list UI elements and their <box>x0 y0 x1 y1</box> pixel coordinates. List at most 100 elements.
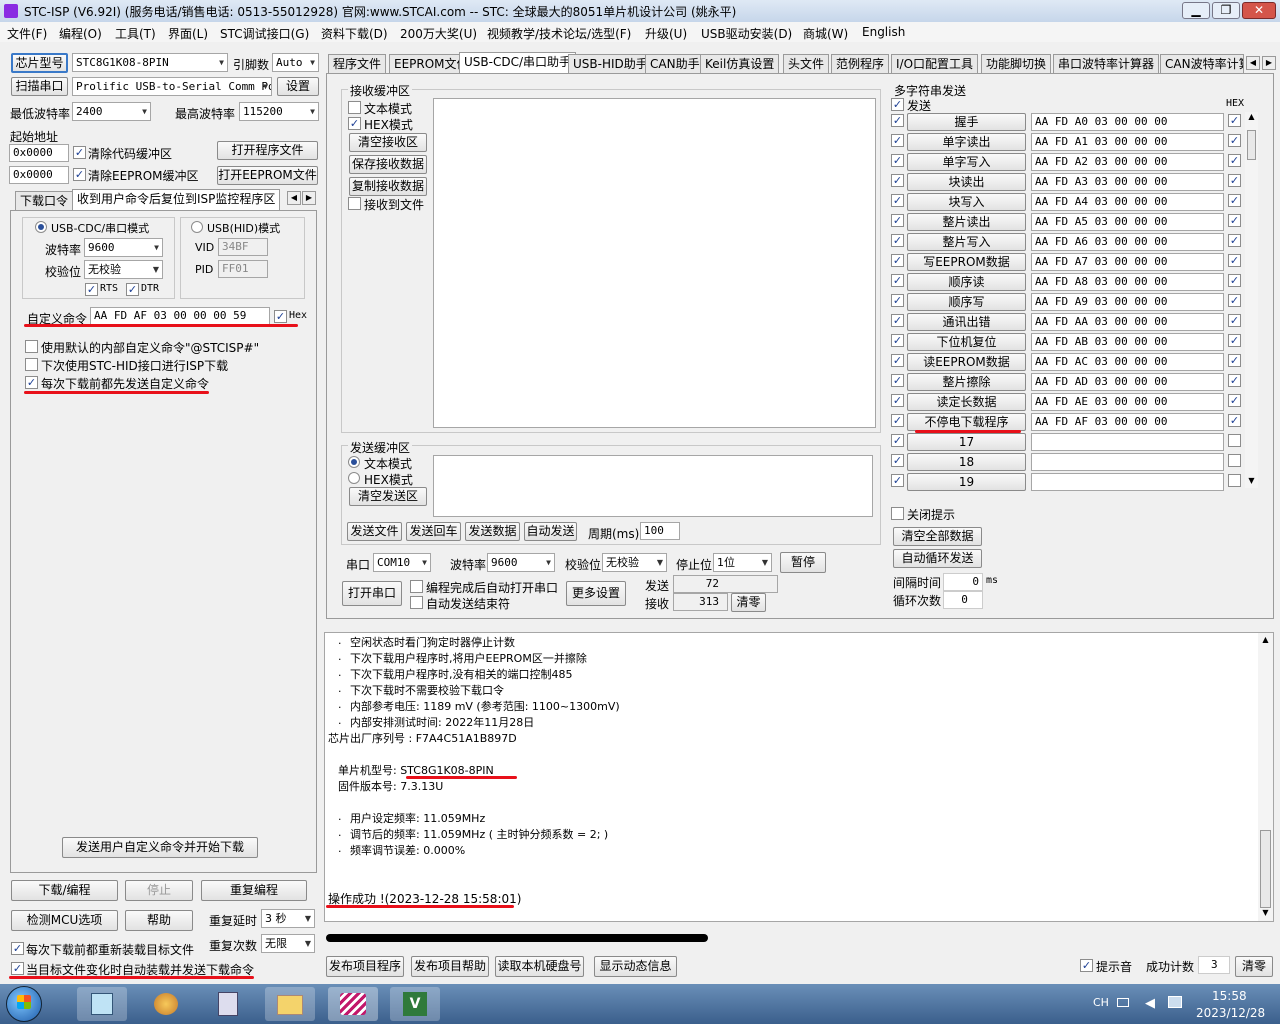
multi-row-send-checkbox[interactable]: ✓ <box>891 194 904 207</box>
open-eeprom-button[interactable]: 打开EEPROM文件 <box>217 166 318 185</box>
dtr-checkbox[interactable]: ✓ <box>126 283 139 296</box>
multi-row-hex-checkbox[interactable]: ✓ <box>1228 234 1241 247</box>
recv-to-file-checkbox[interactable] <box>348 197 361 210</box>
menu-prize[interactable]: 200万大奖(U) <box>400 25 477 42</box>
multi-row-hex-checkbox[interactable] <box>1228 434 1241 447</box>
menu-debug[interactable]: STC调试接口(G) <box>220 25 309 42</box>
multi-send-all-checkbox[interactable]: ✓ <box>891 98 904 111</box>
publish-program-button[interactable]: 发布项目程序 <box>326 956 404 977</box>
send-before-download-checkbox[interactable]: ✓ <box>25 376 38 389</box>
scroll-thumb[interactable] <box>1247 130 1256 160</box>
multi-row-send-checkbox[interactable]: ✓ <box>891 234 904 247</box>
multi-row-data-input[interactable]: AA FD A6 03 00 00 00 <box>1031 233 1224 251</box>
taskbar-app-stcisp-icon[interactable] <box>328 987 378 1021</box>
multi-row-data-input[interactable]: AA FD AB 03 00 00 00 <box>1031 333 1224 351</box>
tab-can-baud-calculator[interactable]: CAN波特率计算 <box>1160 54 1244 74</box>
tab-header-files[interactable]: 头文件 <box>783 54 830 74</box>
send-textarea[interactable] <box>433 455 873 517</box>
multi-row-send-checkbox[interactable]: ✓ <box>891 454 904 467</box>
menu-usb-driver[interactable]: USB驱动安装(D) <box>701 25 792 42</box>
multi-row-data-input[interactable]: AA FD A7 03 00 00 00 <box>1031 253 1224 271</box>
tab-usb-hid-assistant[interactable]: USB-HID助手 <box>568 54 653 74</box>
multi-row-data-input[interactable]: AA FD A0 03 00 00 00 <box>1031 113 1224 131</box>
log-scrollbar[interactable]: ▲ ▼ <box>1258 633 1273 921</box>
auto-load-checkbox[interactable]: ✓ <box>11 962 24 975</box>
tab-reset-isp[interactable]: 收到用户命令后复位到ISP监控程序区 <box>72 189 281 211</box>
tab-pin-switch[interactable]: 功能脚切换 <box>981 54 1052 74</box>
serial-baud-select[interactable]: 9600 <box>487 553 555 572</box>
clear-success-button[interactable]: 清零 <box>1235 956 1273 977</box>
multi-row-hex-checkbox[interactable]: ✓ <box>1228 274 1241 287</box>
multi-row-send-checkbox[interactable]: ✓ <box>891 354 904 367</box>
clear-all-button[interactable]: 清空全部数据 <box>893 527 982 546</box>
multi-row-hex-checkbox[interactable]: ✓ <box>1228 114 1241 127</box>
clear-code-checkbox[interactable]: ✓ <box>73 146 86 159</box>
auto-send-button[interactable]: 自动发送 <box>524 522 577 541</box>
menu-video[interactable]: 视频教学/技术论坛/选型(F) <box>487 25 631 42</box>
multi-row-send-button[interactable]: 顺序写 <box>907 293 1026 311</box>
clear-receive-button[interactable]: 清空接收区 <box>349 133 427 152</box>
menu-store[interactable]: 商城(W) <box>803 25 848 42</box>
multi-row-data-input[interactable]: AA FD A2 03 00 00 00 <box>1031 153 1224 171</box>
repeat-count-select[interactable]: 无限 <box>261 934 315 953</box>
baud-select[interactable]: 9600 <box>84 238 163 257</box>
next-hid-checkbox[interactable] <box>25 358 38 371</box>
send-file-button[interactable]: 发送文件 <box>347 522 402 541</box>
show-dynamic-button[interactable]: 显示动态信息 <box>594 956 677 977</box>
scroll-down-icon[interactable]: ▼ <box>1245 476 1258 485</box>
clear-count-button[interactable]: 清零 <box>731 593 766 612</box>
multi-row-send-checkbox[interactable]: ✓ <box>891 314 904 327</box>
more-settings-button[interactable]: 更多设置 <box>566 581 626 606</box>
multi-row-send-button[interactable]: 块读出 <box>907 173 1026 191</box>
multi-row-send-button[interactable]: 18 <box>907 453 1026 471</box>
taskbar-app-calc-icon[interactable] <box>203 987 253 1021</box>
multi-row-hex-checkbox[interactable]: ✓ <box>1228 394 1241 407</box>
stop-button[interactable]: 停止 <box>125 880 193 901</box>
receive-textarea[interactable] <box>433 98 876 428</box>
auto-open-serial-checkbox[interactable] <box>410 580 423 593</box>
download-button[interactable]: 下载/编程 <box>11 880 118 901</box>
usb-hid-radio[interactable] <box>191 221 203 233</box>
stop-bits-select[interactable]: 1位 <box>713 553 772 572</box>
multi-row-send-button[interactable]: 单字读出 <box>907 133 1026 151</box>
multi-row-data-input[interactable]: AA FD A5 03 00 00 00 <box>1031 213 1224 231</box>
clock-time[interactable]: 15:58 <box>1212 989 1247 1003</box>
multi-row-send-checkbox[interactable]: ✓ <box>891 394 904 407</box>
tab-examples[interactable]: 范例程序 <box>831 54 890 74</box>
multi-row-send-button[interactable]: 握手 <box>907 113 1026 131</box>
multi-row-hex-checkbox[interactable]: ✓ <box>1228 134 1241 147</box>
serial-port-select[interactable]: COM10 <box>373 553 431 572</box>
serial-parity-select[interactable]: 无校验 <box>602 553 667 572</box>
multi-row-send-checkbox[interactable]: ✓ <box>891 374 904 387</box>
recv-text-mode-checkbox[interactable] <box>348 101 361 114</box>
multi-row-hex-checkbox[interactable]: ✓ <box>1228 194 1241 207</box>
auto-end-char-checkbox[interactable] <box>410 596 423 609</box>
interval-input[interactable]: 0 <box>943 573 983 591</box>
menu-docs[interactable]: 资料下载(D) <box>321 25 388 42</box>
multi-row-send-button[interactable]: 19 <box>907 473 1026 491</box>
multi-row-send-button[interactable]: 不停电下载程序 <box>907 413 1026 431</box>
send-text-mode-radio[interactable] <box>348 456 360 468</box>
multi-row-data-input[interactable]: AA FD A3 03 00 00 00 <box>1031 173 1224 191</box>
keyboard-icon[interactable] <box>1117 998 1129 1007</box>
multi-row-data-input[interactable]: AA FD AA 03 00 00 00 <box>1031 313 1224 331</box>
send-hex-mode-radio[interactable] <box>348 472 360 484</box>
repeat-delay-select[interactable]: 3 秒 <box>261 909 315 928</box>
multi-row-send-checkbox[interactable]: ✓ <box>891 414 904 427</box>
pid-input[interactable]: FF01 <box>218 260 268 278</box>
network-icon[interactable] <box>1168 996 1182 1008</box>
multi-row-send-button[interactable]: 顺序读 <box>907 273 1026 291</box>
multi-row-send-checkbox[interactable]: ✓ <box>891 274 904 287</box>
pause-button[interactable]: 暂停 <box>780 552 826 573</box>
multi-row-hex-checkbox[interactable]: ✓ <box>1228 294 1241 307</box>
tab-usb-cdc-assistant[interactable]: USB-CDC/串口助手 <box>459 52 577 74</box>
multi-row-send-button[interactable]: 17 <box>907 433 1026 451</box>
multi-row-send-button[interactable]: 整片写入 <box>907 233 1026 251</box>
multi-row-send-button[interactable]: 整片擦除 <box>907 373 1026 391</box>
port-select[interactable]: Prolific USB-to-Serial Comm Po <box>72 77 272 96</box>
custom-hex-checkbox[interactable]: ✓ <box>274 310 287 323</box>
tab-download-password[interactable]: 下载口令 <box>15 191 74 211</box>
usb-cdc-radio[interactable] <box>35 221 47 233</box>
reload-checkbox[interactable]: ✓ <box>11 942 24 955</box>
multi-row-send-button[interactable]: 单字写入 <box>907 153 1026 171</box>
